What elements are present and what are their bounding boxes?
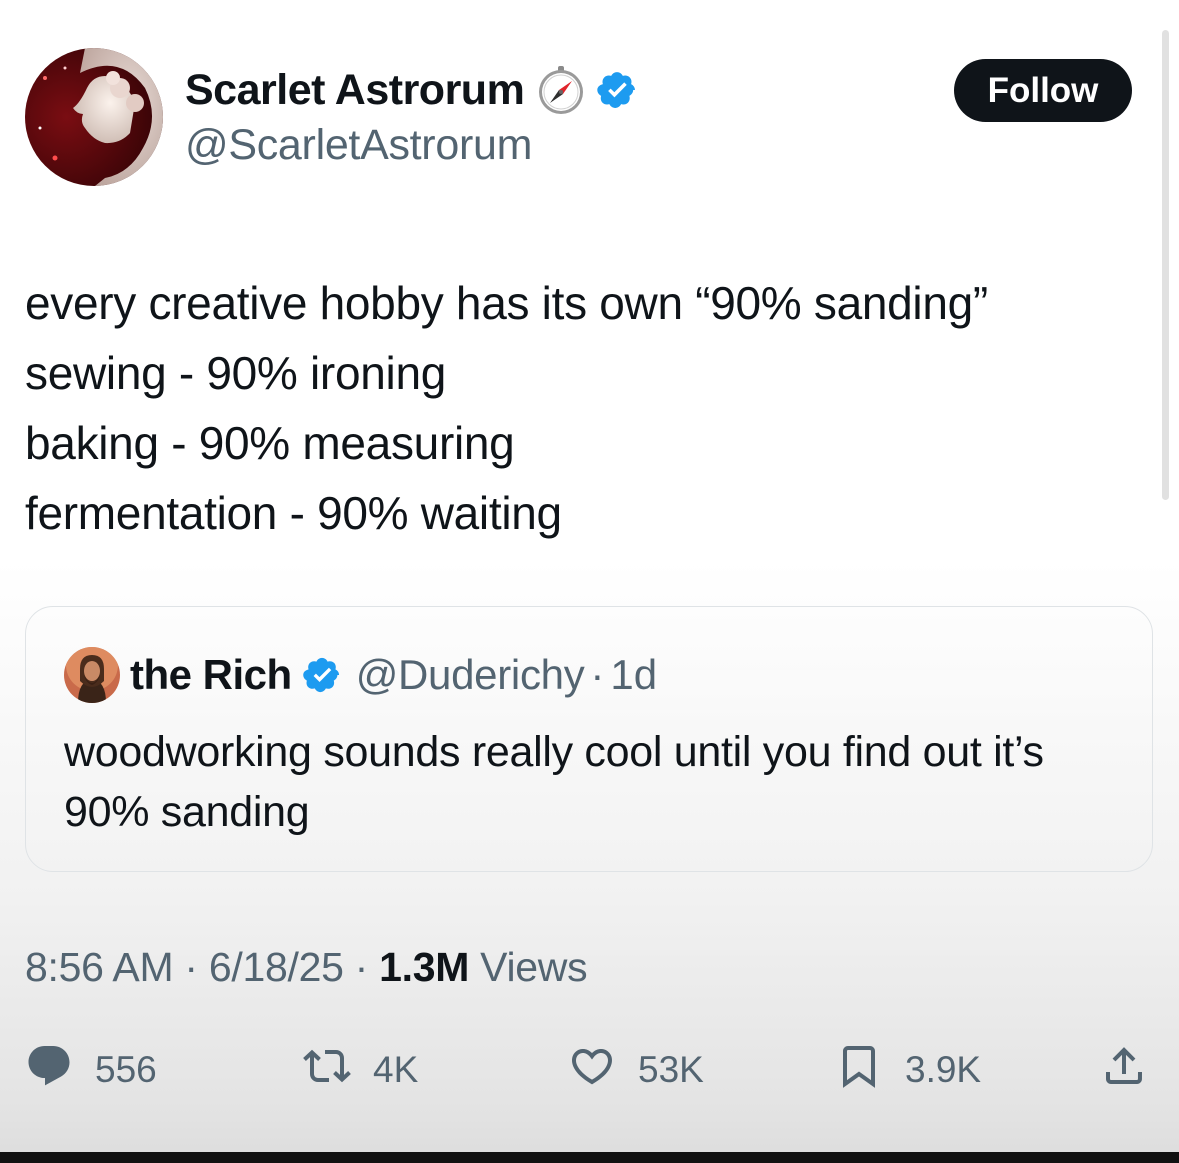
follow-button[interactable]: Follow (954, 59, 1132, 122)
compass-icon (536, 65, 586, 115)
separator-dot: · (354, 944, 369, 990)
reply-button[interactable]: 556 (25, 1040, 157, 1100)
quote-text: woodworking sounds really cool until you… (64, 728, 1044, 836)
repost-icon (303, 1042, 351, 1099)
heart-icon (568, 1042, 616, 1099)
like-button[interactable]: 53K (568, 1040, 704, 1100)
views-label: Views (480, 944, 588, 990)
bookmark-icon (835, 1042, 883, 1099)
tweet-date[interactable]: 6/18/25 (209, 944, 344, 990)
bookmark-button[interactable]: 3.9K (835, 1040, 981, 1100)
tweet-meta: 8:56 AM · 6/18/25 · 1.3M Views (25, 944, 588, 991)
views-count: 1.3M (379, 944, 470, 990)
separator-dot: · (184, 944, 198, 990)
tweet-text: every creative hobby has its own “90% sa… (25, 268, 1155, 548)
scrollbar[interactable] (1162, 30, 1169, 500)
tweet-time[interactable]: 8:56 AM (25, 944, 174, 990)
tweet-line: every creative hobby has its own “90% sa… (25, 277, 988, 329)
quoted-tweet[interactable]: the Rich @Duderichy · 1d woodworking sou… (25, 606, 1153, 872)
quote-author-name[interactable]: the Rich (130, 651, 292, 699)
author-handle[interactable]: @ScarletAstrorum (185, 121, 532, 170)
verified-badge-icon (302, 655, 342, 695)
bottom-edge-bar (0, 1152, 1179, 1163)
quote-author-handle[interactable]: @Duderichy (356, 651, 585, 699)
author-avatar[interactable] (25, 48, 163, 186)
tweet-line: fermentation - 90% waiting (25, 487, 562, 539)
share-icon (1100, 1042, 1148, 1099)
quote-author-avatar (64, 647, 120, 703)
reply-icon (25, 1042, 73, 1099)
like-count: 53K (638, 1049, 704, 1090)
reply-count: 556 (95, 1049, 157, 1090)
separator-dot: · (590, 651, 605, 698)
share-button[interactable] (1100, 1040, 1148, 1100)
repost-button[interactable]: 4K (303, 1040, 418, 1100)
bookmark-count: 3.9K (905, 1049, 982, 1090)
quote-timestamp[interactable]: 1d (610, 651, 657, 699)
repost-count: 4K (373, 1049, 419, 1090)
tweet-line: baking - 90% measuring (25, 417, 515, 469)
author-name[interactable]: Scarlet Astrorum (185, 66, 525, 115)
tweet-line: sewing - 90% ironing (25, 347, 447, 399)
verified-badge-icon (596, 69, 638, 111)
